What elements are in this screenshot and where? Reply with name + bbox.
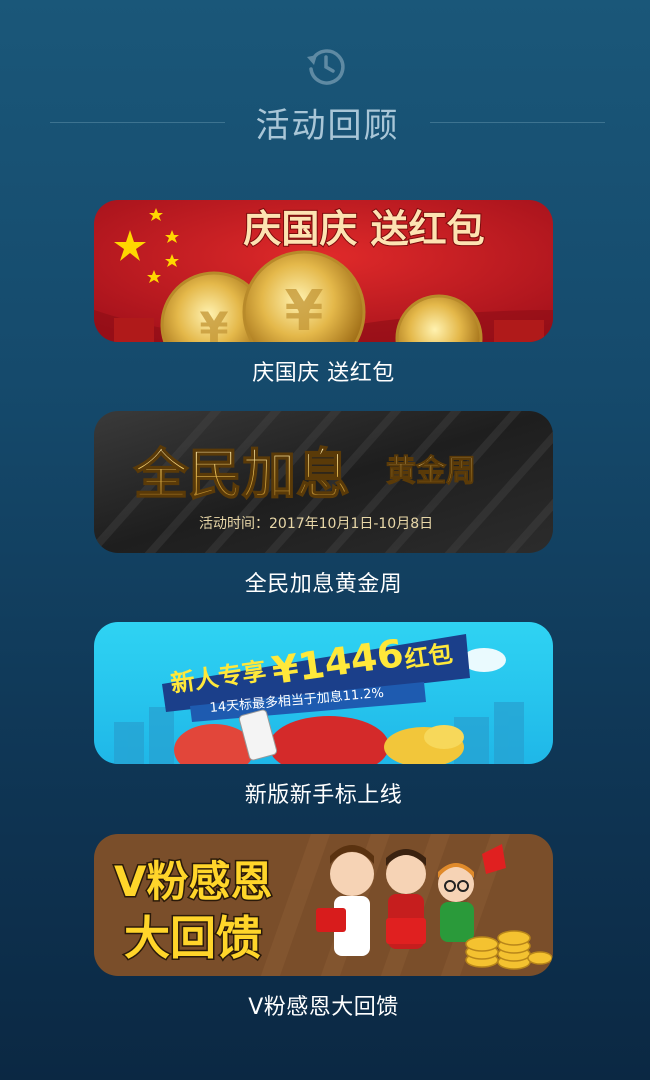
svg-text:¥: ¥ — [285, 279, 324, 342]
activity-caption: 庆国庆 送红包 — [252, 361, 395, 386]
banner-line2: 大回馈 — [124, 911, 262, 965]
banner-line1: V粉感恩 — [114, 857, 273, 906]
title-divider-left — [50, 122, 225, 123]
page-title: 活动回顾 — [255, 106, 400, 146]
activity-caption: 新版新手标上线 — [244, 783, 403, 808]
section-header: 活动回顾 — [0, 0, 650, 180]
title-divider-right — [430, 122, 605, 123]
activity-caption: V粉感恩大回馈 — [248, 995, 399, 1020]
banner-headline: 全民加息 — [133, 443, 350, 506]
activity-caption: 全民加息黄金周 — [244, 572, 403, 597]
activity-banner-new-user[interactable]: 新人专享 ¥1446 红包 14天标最多相当于加息11.2% — [94, 622, 553, 764]
activity-banner-golden-week[interactable]: 全民加息 黄金周 活动时间：2017年10月1日-10月8日 — [94, 411, 553, 553]
banner-headline: 庆国庆 送红包 — [243, 207, 484, 251]
activity-banner-v-fans[interactable]: V粉感恩 大回馈 — [94, 834, 553, 976]
banner-subtitle: 活动时间：2017年10月1日-10月8日 — [199, 516, 433, 532]
history-icon — [307, 49, 345, 85]
svg-text:¥: ¥ — [199, 303, 228, 342]
activity-banner-national-day[interactable]: ¥ ¥ 庆国庆 送红包 — [94, 200, 553, 342]
banner-tag: 黄金周 — [386, 454, 476, 489]
